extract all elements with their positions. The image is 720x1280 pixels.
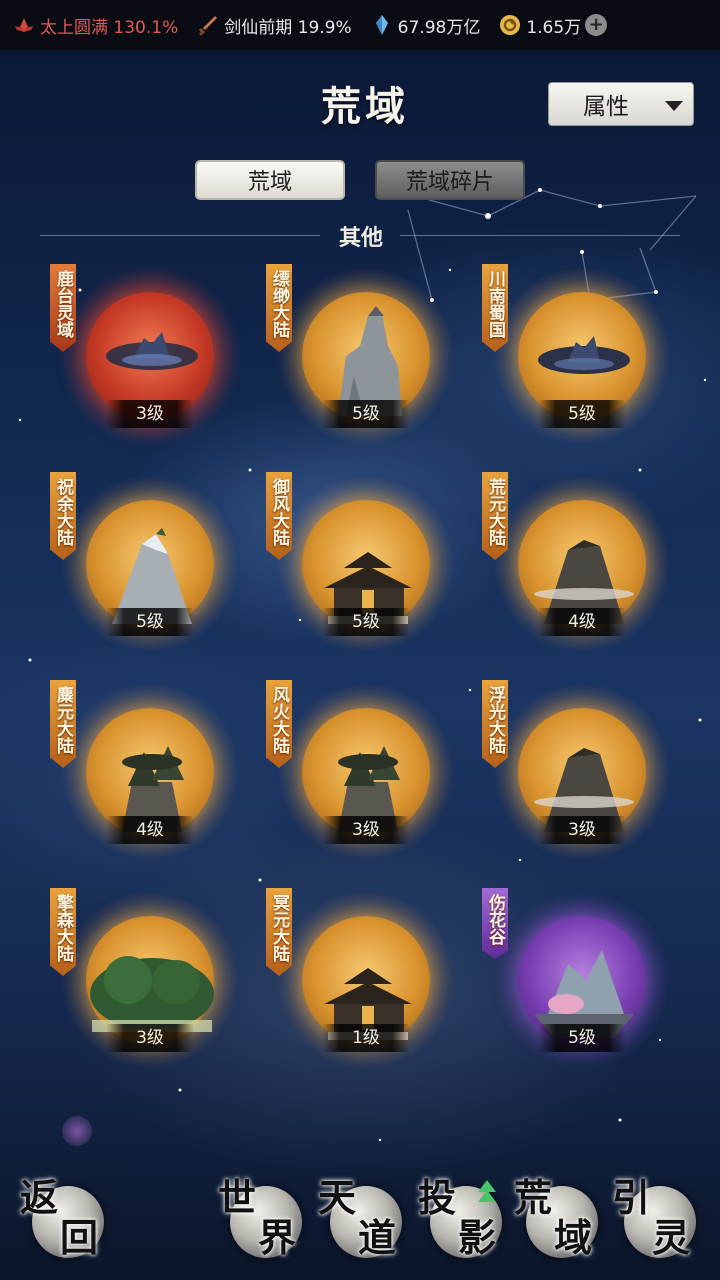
projection-button-char-2: 影 [458,1215,497,1260]
realm-name-banner: 浮光大陆 [482,680,508,768]
realm-name-banner: 冥元大陆 [266,888,292,976]
realm-level-badge: 5级 [106,608,194,636]
realm-level-badge: 5级 [538,1024,626,1052]
realm-level-badge: 5级 [538,400,626,428]
lotus-icon [15,18,33,32]
realm-name-banner: 擎森大陆 [50,888,76,976]
sword-realm-text: 剑仙前期 19.9% [224,17,352,38]
realm-card[interactable]: 川南蜀国 5级 [480,262,696,452]
attribute-dropdown[interactable]: 属性 [548,82,694,126]
realm-card[interactable]: 麋元大陆 4级 [48,678,264,868]
partial-realm-icon [62,1116,92,1146]
spirit-stone-amount: 67.98万亿 [397,17,481,38]
realm-name-banner: 御风大陆 [266,472,292,560]
tab-wild-domain-fragments[interactable]: 荒域碎片 [375,160,525,200]
realm-level-badge: 1级 [322,1024,410,1052]
realm-level-badge: 3级 [538,816,626,844]
realm-card[interactable]: 冥元大陆 1级 [264,886,480,1076]
realm-card[interactable]: 祝余大陆 5级 [48,470,264,660]
realm-name-banner: 缥缈大陆 [266,264,292,352]
spirit-stone-stat: 67.98万亿 [370,13,481,38]
heaven-dao-button[interactable]: 天 道 [318,1176,410,1272]
realm-level-badge: 3级 [322,816,410,844]
back-button[interactable]: 返 回 [20,1176,112,1272]
guide-spirit-button[interactable]: 引 灵 [612,1176,704,1272]
gourd-coin-icon [500,15,521,35]
attribute-dropdown-label: 属性 [583,94,629,120]
realm-name-banner: 麋元大陆 [50,680,76,768]
heaven-dao-button-char-2: 道 [358,1215,397,1260]
realm-card[interactable]: 浮光大陆 3级 [480,678,696,868]
guide-spirit-button-char-2: 灵 [652,1215,691,1260]
realm-level-badge: 4级 [106,816,194,844]
realm-card[interactable]: 荒元大陆 4级 [480,470,696,660]
projection-button[interactable]: 投 影 [418,1176,510,1272]
back-button-char-2: 回 [60,1215,99,1260]
realm-card[interactable]: 御风大陆 5级 [264,470,480,660]
heaven-dao-button-char-1: 天 [318,1175,357,1220]
world-button[interactable]: 世 界 [218,1176,310,1272]
projection-button-char-1: 投 [418,1175,457,1220]
realm-level-badge: 3级 [106,1024,194,1052]
realm-name-banner: 伤花谷 [482,888,508,959]
sword-realm-stat: 剑仙前期 19.9% [196,13,352,38]
realm-card[interactable]: 擎森大陆 3级 [48,886,264,1076]
guide-spirit-button-char-1: 引 [612,1175,651,1220]
realm-name-banner: 鹿台灵域 [50,264,76,352]
currency-amount: 1.65万 [526,17,582,38]
tab-wild-domain[interactable]: 荒域 [195,160,345,200]
realm-card[interactable]: 伤花谷 5级 [480,886,696,1076]
realm-card[interactable]: 鹿台灵域 3级 [48,262,264,452]
world-button-char-1: 世 [218,1175,257,1220]
realm-name-banner: 祝余大陆 [50,472,76,560]
realm-card[interactable]: 风火大陆 3级 [264,678,480,868]
realm-level-badge: 4级 [538,608,626,636]
sword-icon [199,16,218,36]
wild-domain-button-char-1: 荒 [514,1175,553,1220]
realm-name-banner: 川南蜀国 [482,264,508,352]
wild-domain-button-char-2: 域 [554,1215,593,1260]
world-button-char-2: 界 [258,1215,297,1260]
realm-card[interactable]: 缥缈大陆 5级 [264,262,480,452]
upgrade-arrow-icon-lower [478,1190,496,1202]
realm-level-badge: 5级 [322,400,410,428]
chevron-down-icon [665,101,683,111]
cultivation-realm-stat: 太上圆满 130.1% [12,13,178,38]
realm-name-banner: 风火大陆 [266,680,292,768]
section-label: 其他 [338,225,383,251]
add-currency-button[interactable]: + [585,14,608,36]
cultivation-realm-text: 太上圆满 130.1% [40,17,179,38]
realm-level-badge: 3级 [106,400,194,428]
currency-stat: 1.65万 + [498,13,608,38]
spirit-stone-icon [375,15,388,35]
realm-level-badge: 5级 [322,608,410,636]
top-status-bar: 太上圆满 130.1% 剑仙前期 19.9% 67.98万亿 1.65万 + [0,0,720,50]
wild-domain-button[interactable]: 荒 域 [514,1176,606,1272]
realm-name-banner: 荒元大陆 [482,472,508,560]
back-button-char-1: 返 [20,1175,59,1220]
